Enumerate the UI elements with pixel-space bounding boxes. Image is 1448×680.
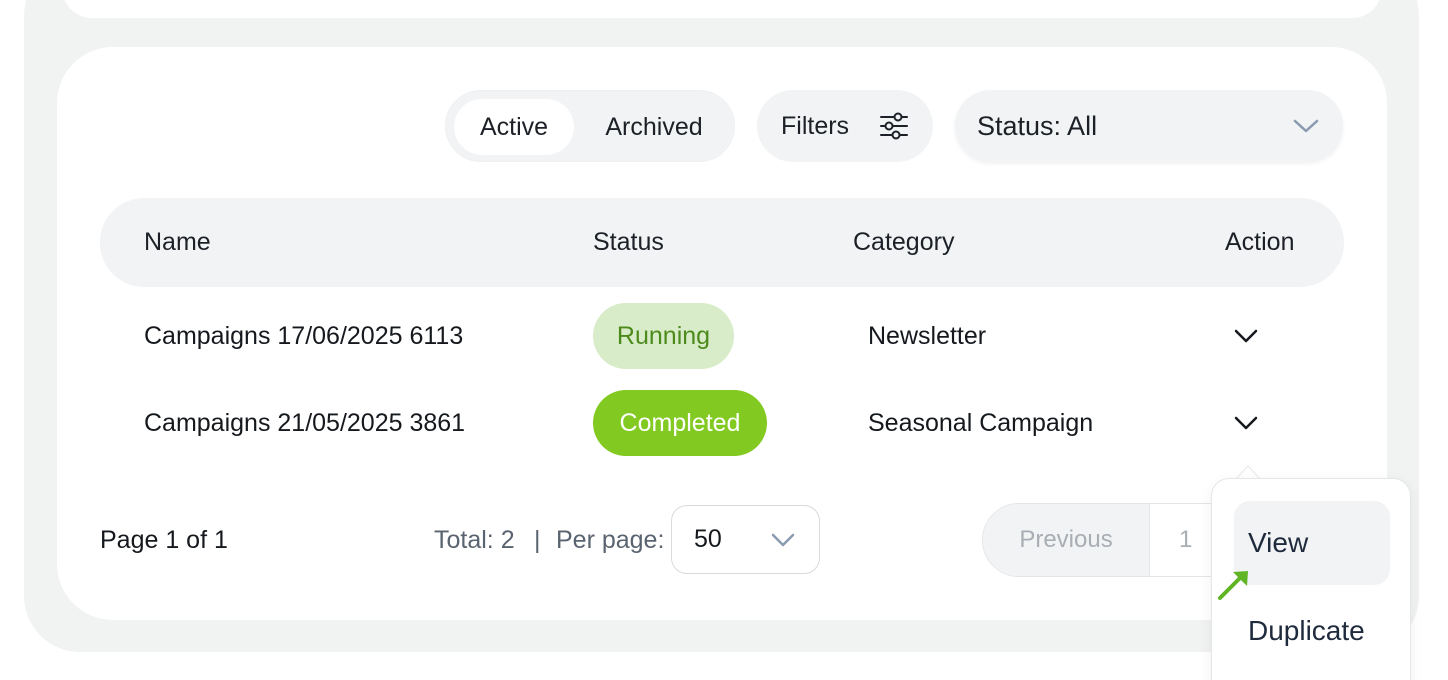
- table-row: Campaigns 17/06/2025 6113 Running Newsle…: [100, 293, 1344, 379]
- filters-label: Filters: [781, 112, 850, 140]
- menu-item-duplicate[interactable]: Duplicate: [1234, 589, 1390, 673]
- column-header-status: Status: [593, 228, 664, 256]
- campaign-name: Campaigns 17/06/2025 6113: [144, 322, 464, 350]
- sliders-icon: [880, 112, 908, 140]
- page-number-button[interactable]: 1: [1179, 504, 1192, 576]
- column-header-action: Action: [1225, 228, 1295, 256]
- campaign-category: Newsletter: [868, 322, 987, 350]
- footer-separator: |: [534, 526, 541, 554]
- per-page-label: Per page:: [556, 526, 665, 554]
- column-header-category: Category: [853, 228, 955, 256]
- view-tab-group: Active Archived: [445, 90, 735, 162]
- pointer-arrow-icon: [1218, 571, 1248, 600]
- status-filter-select[interactable]: Status: All: [955, 90, 1343, 162]
- table-header: Name Status Category Action: [100, 198, 1344, 287]
- chevron-down-icon: [1293, 119, 1319, 133]
- action-chevron-down-icon[interactable]: [1232, 323, 1260, 349]
- status-filter-label: Status: All: [977, 111, 1098, 141]
- tab-active[interactable]: Active: [454, 99, 574, 155]
- total-count: Total: 2: [434, 526, 515, 554]
- top-card: [62, 0, 1382, 18]
- chevron-down-icon: [771, 533, 795, 547]
- tab-archived[interactable]: Archived: [584, 99, 724, 155]
- per-page-value: 50: [694, 525, 722, 553]
- campaign-category: Seasonal Campaign: [868, 409, 1094, 437]
- page-info: Page 1 of 1: [100, 526, 228, 554]
- status-badge: Completed: [593, 390, 767, 456]
- menu-item-view[interactable]: View: [1234, 501, 1390, 585]
- per-page-select[interactable]: 50: [671, 505, 820, 574]
- status-badge: Running: [593, 303, 734, 369]
- campaign-name: Campaigns 21/05/2025 3861: [144, 409, 466, 437]
- previous-page-button[interactable]: Previous: [983, 504, 1150, 576]
- table-row: Campaigns 21/05/2025 3861 Completed Seas…: [100, 380, 1344, 466]
- filters-button[interactable]: Filters: [757, 90, 933, 162]
- action-chevron-down-icon[interactable]: [1232, 410, 1260, 436]
- column-header-name: Name: [144, 228, 211, 256]
